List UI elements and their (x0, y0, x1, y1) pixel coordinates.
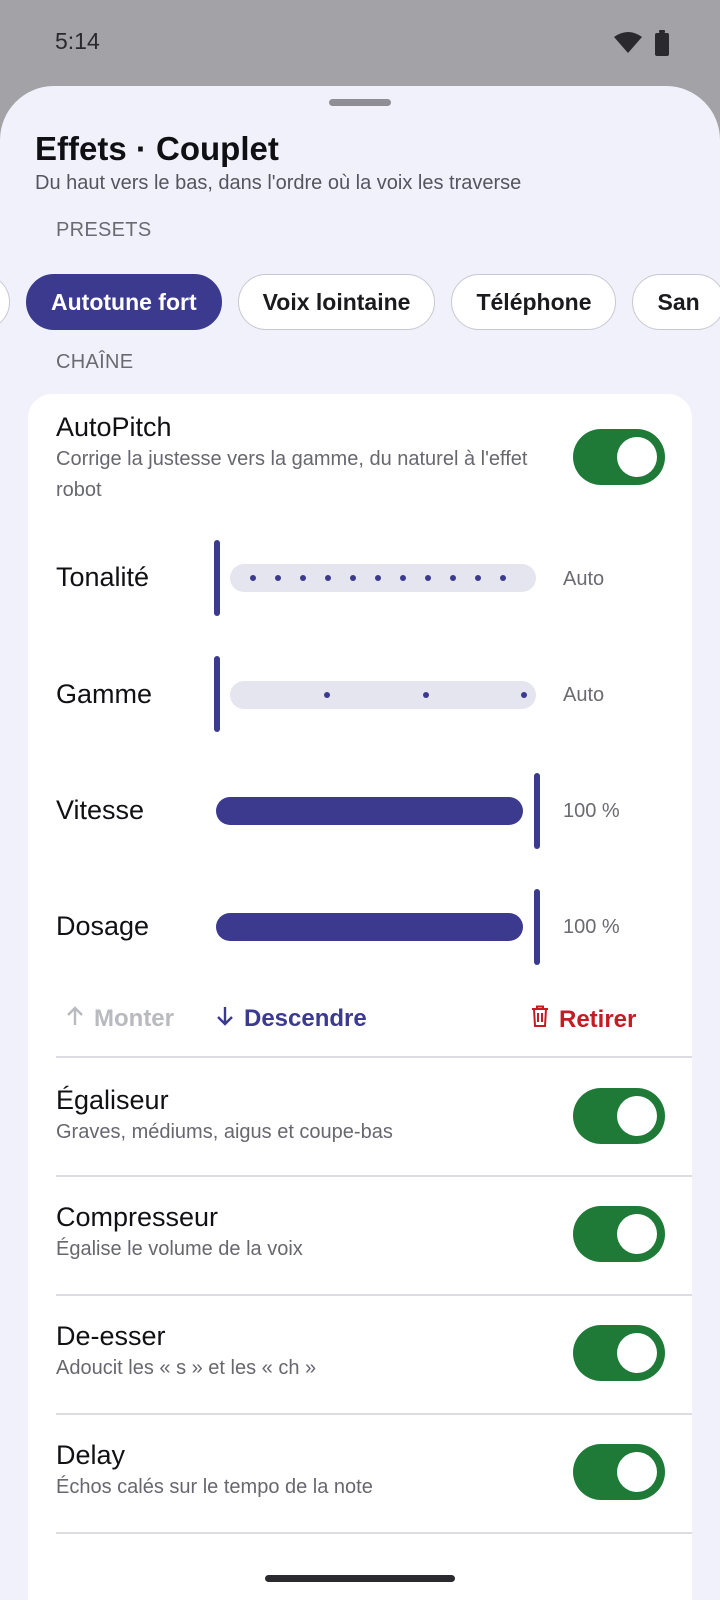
drag-handle[interactable] (329, 99, 391, 106)
vitesse-slider-fill[interactable] (216, 797, 523, 825)
preset-chip-voix-lointaine[interactable]: Voix lointaine (237, 274, 436, 330)
effect-de-esser[interactable]: De-esser Adoucit les « s » et les « ch » (28, 1295, 692, 1413)
status-icons (614, 30, 670, 61)
sheet-subtitle: Du haut vers le bas, dans l'ordre où la … (35, 172, 522, 194)
move-up-label: Monter (94, 1005, 174, 1032)
effects-bottom-sheet: Effets · Couplet Du haut vers le bas, da… (0, 86, 720, 1600)
preset-chip-san[interactable]: San (632, 274, 720, 330)
slider-tick (325, 575, 331, 581)
battery-icon (654, 30, 670, 61)
presets-chip-row: Autotune fort Voix lointaine Téléphone S… (0, 274, 720, 330)
param-label-tonalite: Tonalité (56, 562, 150, 592)
remove-label: Retirer (559, 1005, 637, 1033)
slider-tick (423, 692, 429, 698)
effects-chain-card: AutoPitch Corrige la justesse vers la ga… (28, 394, 692, 1600)
toggle-knob (617, 1333, 657, 1373)
effect-name: AutoPitch (56, 412, 172, 442)
move-down-label: Descendre (244, 1005, 367, 1032)
slider-tick (400, 575, 406, 581)
gamme-slider-handle[interactable] (214, 656, 220, 732)
preset-chip-autotune-fort[interactable]: Autotune fort (26, 274, 222, 330)
wifi-icon (614, 32, 642, 59)
effect-name: Égaliseur (56, 1085, 169, 1115)
gamme-slider-track[interactable] (230, 681, 536, 709)
slider-tick (375, 575, 381, 581)
effect-description: Égalise le volume de la voix (56, 1238, 303, 1260)
vitesse-slider-handle[interactable] (534, 773, 540, 849)
effect-name: De-esser (56, 1321, 166, 1351)
tonalite-value: Auto (563, 568, 605, 590)
slider-tick (250, 575, 256, 581)
compresseur-toggle[interactable] (573, 1206, 665, 1262)
delay-toggle[interactable] (573, 1444, 665, 1500)
param-label-gamme: Gamme (56, 679, 153, 709)
egaliseur-toggle[interactable] (573, 1088, 665, 1144)
slider-tick (324, 692, 330, 698)
trash-icon (531, 1005, 549, 1034)
autopitch-toggle[interactable] (573, 429, 665, 485)
status-bar: 5:14 (0, 0, 720, 86)
slider-tick (275, 575, 281, 581)
slider-tick (300, 575, 306, 581)
dosage-slider-handle[interactable] (534, 889, 540, 965)
effect-description: Corrige la justesse vers la gamme, du na… (56, 448, 528, 501)
divider (56, 1532, 692, 1534)
effect-name: Delay (56, 1440, 126, 1470)
remove-button[interactable]: Retirer (531, 1005, 636, 1034)
toggle-knob (617, 437, 657, 477)
arrow-up-icon (66, 1005, 84, 1033)
dosage-slider-fill[interactable] (216, 913, 523, 941)
effect-egaliseur[interactable]: Égaliseur Graves, médiums, aigus et coup… (28, 1057, 692, 1175)
sheet-title: Effets · Couplet (35, 130, 279, 167)
tonalite-slider-track[interactable] (230, 564, 536, 592)
navigation-gesture-handle[interactable] (265, 1575, 455, 1582)
effect-compresseur[interactable]: Compresseur Égalise le volume de la voix (28, 1176, 692, 1294)
presets-section-label: PRESETS (56, 219, 152, 241)
chain-section-label: CHAÎNE (56, 351, 134, 373)
de-esser-toggle[interactable] (573, 1325, 665, 1381)
effect-description: Graves, médiums, aigus et coupe-bas (56, 1121, 393, 1143)
move-down-button[interactable]: Descendre (216, 1005, 367, 1033)
effect-description: Adoucit les « s » et les « ch » (56, 1357, 317, 1379)
toggle-knob (617, 1214, 657, 1254)
effect-name: Compresseur (56, 1202, 219, 1232)
effect-delay[interactable]: Delay Échos calés sur le tempo de la not… (28, 1414, 692, 1532)
toggle-knob (617, 1096, 657, 1136)
slider-tick (500, 575, 506, 581)
status-time: 5:14 (55, 28, 100, 54)
vitesse-value: 100 % (563, 800, 620, 822)
param-label-vitesse: Vitesse (56, 795, 145, 825)
param-label-dosage: Dosage (56, 911, 150, 941)
preset-chip-offscreen[interactable] (0, 274, 10, 330)
move-up-button[interactable]: Monter (66, 1005, 174, 1033)
dosage-value: 100 % (563, 916, 620, 938)
toggle-knob (617, 1452, 657, 1492)
arrow-down-icon (216, 1005, 234, 1033)
slider-tick (521, 692, 527, 698)
slider-tick (475, 575, 481, 581)
preset-chip-telephone[interactable]: Téléphone (451, 274, 617, 330)
slider-tick (450, 575, 456, 581)
gamme-value: Auto (563, 684, 605, 706)
slider-tick (425, 575, 431, 581)
slider-tick (350, 575, 356, 581)
tonalite-slider-handle[interactable] (214, 540, 220, 616)
effect-description: Échos calés sur le tempo de la note (56, 1476, 373, 1498)
